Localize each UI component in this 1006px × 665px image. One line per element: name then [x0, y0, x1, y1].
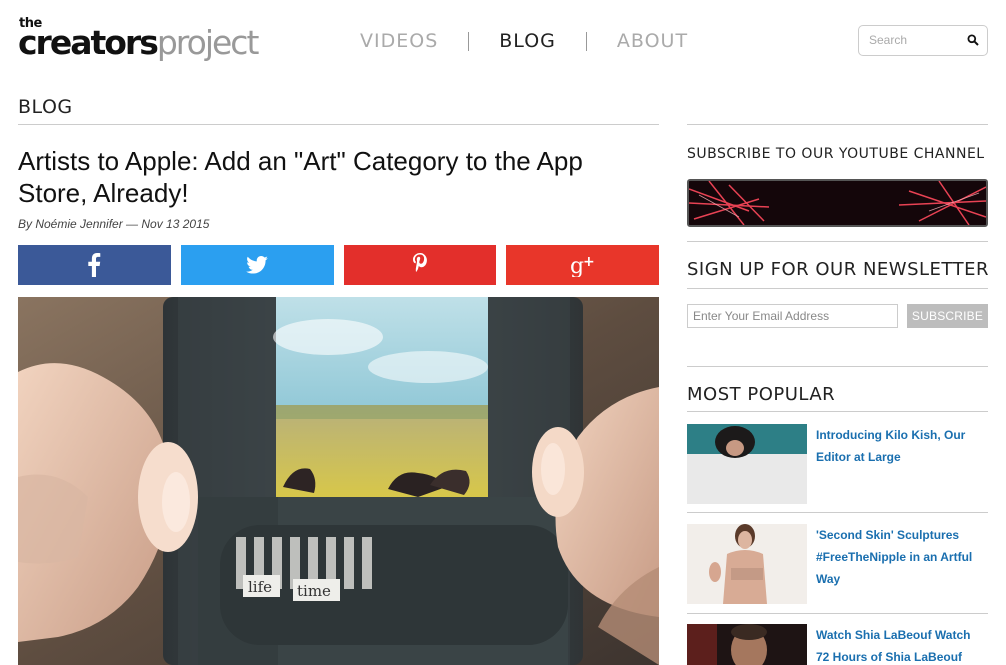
sidebar-divider [687, 411, 988, 412]
search-input[interactable] [869, 33, 961, 47]
article-hero-image: life time [18, 297, 659, 665]
newsletter-heading: SIGN UP FOR OUR NEWSLETTER [687, 259, 989, 280]
popular-item-title[interactable]: Introducing Kilo Kish, Our Editor at Lar… [816, 424, 986, 468]
article-title: Artists to Apple: Add an "Art" Category … [18, 146, 583, 208]
site-logo[interactable]: the creatorsproject [18, 14, 260, 64]
popular-item[interactable]: Watch Shia LaBeouf Watch 72 Hours of Shi… [687, 624, 988, 665]
logo-word-creators: creators [18, 23, 159, 62]
hero-word-time: time [297, 582, 331, 600]
nav-divider [585, 31, 587, 51]
youtube-channel-banner[interactable] [687, 179, 988, 227]
section-title: BLOG [18, 96, 73, 118]
nav-about[interactable]: ABOUT [617, 30, 688, 52]
logo-wordmark: creatorsproject [18, 23, 260, 62]
svg-text:g: g [570, 254, 584, 277]
popular-thumbnail[interactable] [687, 424, 807, 504]
hero-photo: life time [18, 297, 659, 665]
email-field[interactable] [687, 304, 898, 328]
subscribe-button[interactable]: SUBSCRIBE [907, 304, 988, 328]
popular-thumbnail[interactable] [687, 524, 807, 604]
search-box [858, 25, 988, 56]
popular-item-title[interactable]: 'Second Skin' Sculptures #FreeTheNipple … [816, 524, 986, 590]
search-icon[interactable] [967, 34, 979, 46]
sidebar-divider [687, 241, 988, 242]
sidebar-divider [687, 366, 988, 367]
popular-item-title[interactable]: Watch Shia LaBeouf Watch 72 Hours of Shi… [816, 624, 986, 665]
sidebar-divider [687, 288, 988, 289]
sidebar-divider [687, 512, 988, 513]
svg-text:+: + [583, 254, 595, 270]
popular-item[interactable]: 'Second Skin' Sculptures #FreeTheNipple … [687, 524, 988, 604]
hero-word-life: life [248, 578, 272, 596]
article-byline: By Noémie Jennifer — Nov 13 2015 [18, 217, 210, 231]
nav-divider [468, 31, 470, 51]
most-popular-heading: MOST POPULAR [687, 384, 836, 405]
nav-blog[interactable]: BLOG [499, 30, 556, 52]
facebook-icon [88, 253, 101, 277]
share-facebook-button[interactable] [18, 245, 171, 285]
share-bar: g + [18, 245, 659, 285]
sidebar-divider [687, 613, 988, 614]
section-divider [18, 124, 659, 125]
twitter-icon [246, 256, 268, 274]
share-google-plus-button[interactable]: g + [506, 245, 659, 285]
youtube-heading: SUBSCRIBE TO OUR YOUTUBE CHANNEL [687, 146, 985, 162]
pinterest-icon [412, 253, 427, 272]
share-twitter-button[interactable] [180, 245, 334, 285]
popular-item[interactable]: Introducing Kilo Kish, Our Editor at Lar… [687, 424, 988, 504]
share-pinterest-button[interactable] [343, 245, 497, 285]
youtube-banner-graphic [689, 181, 986, 225]
main-nav: VIDEOS BLOG ABOUT [360, 28, 688, 54]
popular-thumbnail[interactable] [687, 624, 807, 665]
nav-videos[interactable]: VIDEOS [360, 30, 438, 52]
sidebar-divider [687, 124, 988, 125]
google-plus-icon: g + [570, 254, 595, 277]
logo-word-project: project [156, 23, 260, 62]
